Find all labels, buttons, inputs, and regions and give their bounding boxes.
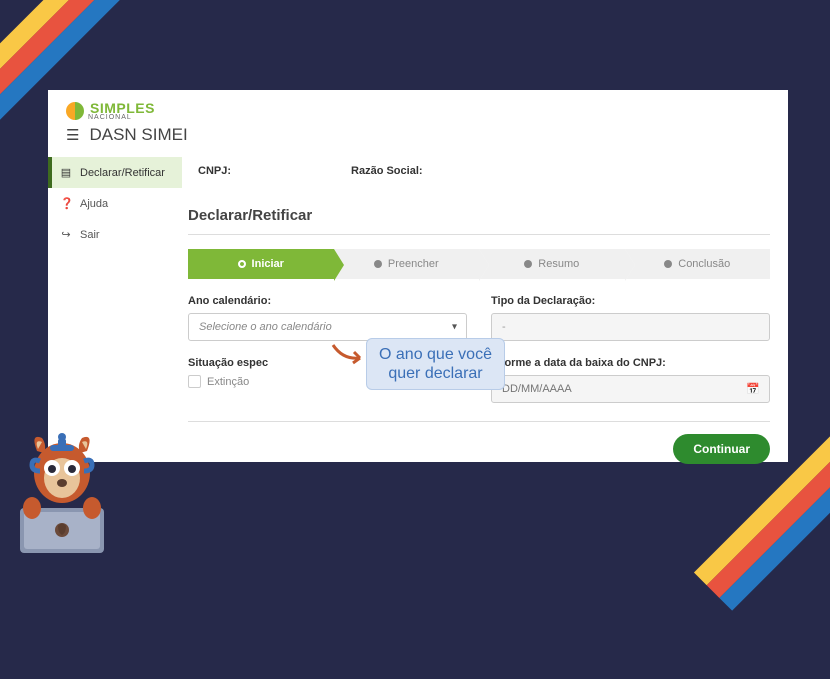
app-title: DASN SIMEI: [89, 125, 187, 145]
app-window: SIMPLES NACIONAL ☰ DASN SIMEI ▤ Declarar…: [48, 90, 788, 462]
header: SIMPLES NACIONAL ☰ DASN SIMEI: [48, 90, 788, 151]
annotation-callout: O ano que você quer declarar: [366, 338, 505, 390]
ano-label: Ano calendário:: [188, 295, 467, 307]
stepper: Iniciar Preencher Resumo Conclusão: [188, 249, 770, 279]
step-label: Iniciar: [252, 258, 284, 270]
step-label: Resumo: [538, 258, 579, 270]
ano-select[interactable]: Selecione o ano calendário: [188, 313, 467, 341]
razao-label: Razão Social:: [351, 165, 423, 177]
annotation-line2: quer declarar: [379, 364, 492, 383]
sidebar-item-sair[interactable]: ↪ Sair: [48, 219, 182, 250]
step-dot-icon: [374, 260, 382, 268]
step-dot-icon: [524, 260, 532, 268]
step-dot-icon: [238, 260, 246, 268]
extincao-checkbox[interactable]: [188, 375, 201, 388]
calendar-icon: 📅: [746, 383, 760, 396]
mascot-illustration: [2, 413, 122, 553]
cnpj-label: CNPJ:: [198, 165, 231, 177]
step-label: Preencher: [388, 258, 439, 270]
sidebar-item-label: Sair: [80, 229, 100, 241]
hamburger-icon[interactable]: ☰: [66, 126, 79, 144]
step-preencher[interactable]: Preencher: [334, 249, 480, 279]
footer: Continuar: [188, 421, 770, 464]
logo: SIMPLES NACIONAL: [66, 100, 770, 121]
logout-icon: ↪: [60, 228, 72, 241]
info-bar: CNPJ: Razão Social:: [188, 151, 770, 191]
data-label: Informe a data da baixa do CNPJ:: [491, 357, 770, 369]
step-dot-icon: [664, 260, 672, 268]
data-input[interactable]: [491, 375, 770, 403]
step-conclusao[interactable]: Conclusão: [625, 249, 771, 279]
continue-button[interactable]: Continuar: [673, 434, 770, 464]
main-content: CNPJ: Razão Social: Declarar/Retificar I…: [182, 151, 788, 478]
step-resumo[interactable]: Resumo: [479, 249, 625, 279]
sidebar-item-label: Ajuda: [80, 198, 108, 210]
help-icon: ❓: [60, 197, 72, 210]
tipo-label: Tipo da Declaração:: [491, 295, 770, 307]
step-label: Conclusão: [678, 258, 730, 270]
annotation-arrow-icon: [328, 340, 368, 370]
annotation-line1: O ano que você: [379, 345, 492, 364]
section-title: Declarar/Retificar: [188, 191, 770, 235]
document-icon: ▤: [60, 166, 72, 179]
sidebar-item-declarar[interactable]: ▤ Declarar/Retificar: [48, 157, 182, 188]
extincao-label: Extinção: [207, 376, 249, 388]
sidebar-item-ajuda[interactable]: ❓ Ajuda: [48, 188, 182, 219]
logo-icon: [66, 102, 84, 120]
sidebar-item-label: Declarar/Retificar: [80, 167, 165, 179]
tipo-display: -: [491, 313, 770, 341]
step-iniciar[interactable]: Iniciar: [188, 249, 334, 279]
